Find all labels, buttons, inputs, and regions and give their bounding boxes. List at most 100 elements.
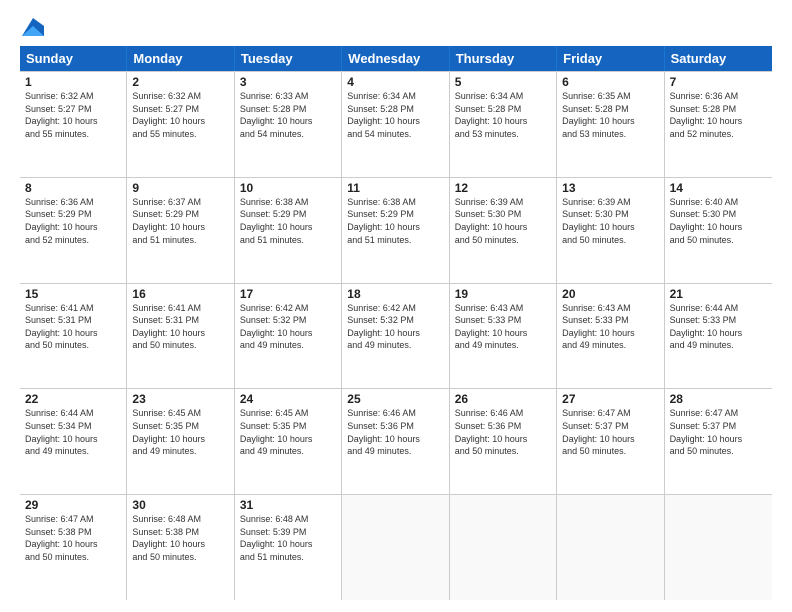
day-info: Sunrise: 6:41 AM Sunset: 5:31 PM Dayligh… [132, 302, 228, 352]
day-number: 17 [240, 287, 336, 301]
calendar-day-25: 25Sunrise: 6:46 AM Sunset: 5:36 PM Dayli… [342, 389, 449, 494]
day-info: Sunrise: 6:38 AM Sunset: 5:29 PM Dayligh… [347, 196, 443, 246]
day-info: Sunrise: 6:44 AM Sunset: 5:33 PM Dayligh… [670, 302, 767, 352]
day-number: 20 [562, 287, 658, 301]
calendar-week-4: 22Sunrise: 6:44 AM Sunset: 5:34 PM Dayli… [20, 388, 772, 494]
calendar-week-5: 29Sunrise: 6:47 AM Sunset: 5:38 PM Dayli… [20, 494, 772, 600]
day-number: 1 [25, 75, 121, 89]
day-number: 11 [347, 181, 443, 195]
calendar-day-11: 11Sunrise: 6:38 AM Sunset: 5:29 PM Dayli… [342, 178, 449, 283]
page: SundayMondayTuesdayWednesdayThursdayFrid… [0, 0, 792, 612]
calendar-day-5: 5Sunrise: 6:34 AM Sunset: 5:28 PM Daylig… [450, 72, 557, 177]
day-info: Sunrise: 6:37 AM Sunset: 5:29 PM Dayligh… [132, 196, 228, 246]
day-number: 31 [240, 498, 336, 512]
day-info: Sunrise: 6:46 AM Sunset: 5:36 PM Dayligh… [455, 407, 551, 457]
day-number: 27 [562, 392, 658, 406]
calendar-week-2: 8Sunrise: 6:36 AM Sunset: 5:29 PM Daylig… [20, 177, 772, 283]
day-number: 16 [132, 287, 228, 301]
day-info: Sunrise: 6:32 AM Sunset: 5:27 PM Dayligh… [132, 90, 228, 140]
calendar-day-24: 24Sunrise: 6:45 AM Sunset: 5:35 PM Dayli… [235, 389, 342, 494]
day-info: Sunrise: 6:42 AM Sunset: 5:32 PM Dayligh… [347, 302, 443, 352]
calendar-day-1: 1Sunrise: 6:32 AM Sunset: 5:27 PM Daylig… [20, 72, 127, 177]
day-info: Sunrise: 6:45 AM Sunset: 5:35 PM Dayligh… [240, 407, 336, 457]
calendar-day-29: 29Sunrise: 6:47 AM Sunset: 5:38 PM Dayli… [20, 495, 127, 600]
header-day-tuesday: Tuesday [235, 46, 342, 71]
calendar-body: 1Sunrise: 6:32 AM Sunset: 5:27 PM Daylig… [20, 71, 772, 600]
calendar-day-17: 17Sunrise: 6:42 AM Sunset: 5:32 PM Dayli… [235, 284, 342, 389]
calendar-day-14: 14Sunrise: 6:40 AM Sunset: 5:30 PM Dayli… [665, 178, 772, 283]
day-info: Sunrise: 6:36 AM Sunset: 5:29 PM Dayligh… [25, 196, 121, 246]
day-info: Sunrise: 6:47 AM Sunset: 5:38 PM Dayligh… [25, 513, 121, 563]
calendar: SundayMondayTuesdayWednesdayThursdayFrid… [20, 46, 772, 600]
day-number: 30 [132, 498, 228, 512]
calendar-day-20: 20Sunrise: 6:43 AM Sunset: 5:33 PM Dayli… [557, 284, 664, 389]
header-day-friday: Friday [557, 46, 664, 71]
day-number: 18 [347, 287, 443, 301]
day-number: 7 [670, 75, 767, 89]
day-info: Sunrise: 6:32 AM Sunset: 5:27 PM Dayligh… [25, 90, 121, 140]
calendar-day-12: 12Sunrise: 6:39 AM Sunset: 5:30 PM Dayli… [450, 178, 557, 283]
calendar-empty-cell [342, 495, 449, 600]
day-number: 12 [455, 181, 551, 195]
day-number: 4 [347, 75, 443, 89]
day-info: Sunrise: 6:39 AM Sunset: 5:30 PM Dayligh… [455, 196, 551, 246]
day-info: Sunrise: 6:33 AM Sunset: 5:28 PM Dayligh… [240, 90, 336, 140]
day-info: Sunrise: 6:40 AM Sunset: 5:30 PM Dayligh… [670, 196, 767, 246]
day-number: 8 [25, 181, 121, 195]
day-info: Sunrise: 6:48 AM Sunset: 5:38 PM Dayligh… [132, 513, 228, 563]
day-number: 22 [25, 392, 121, 406]
calendar-day-28: 28Sunrise: 6:47 AM Sunset: 5:37 PM Dayli… [665, 389, 772, 494]
calendar-empty-cell [557, 495, 664, 600]
day-info: Sunrise: 6:43 AM Sunset: 5:33 PM Dayligh… [455, 302, 551, 352]
calendar-empty-cell [665, 495, 772, 600]
day-number: 25 [347, 392, 443, 406]
calendar-day-23: 23Sunrise: 6:45 AM Sunset: 5:35 PM Dayli… [127, 389, 234, 494]
day-info: Sunrise: 6:44 AM Sunset: 5:34 PM Dayligh… [25, 407, 121, 457]
day-number: 2 [132, 75, 228, 89]
day-number: 13 [562, 181, 658, 195]
calendar-day-7: 7Sunrise: 6:36 AM Sunset: 5:28 PM Daylig… [665, 72, 772, 177]
day-info: Sunrise: 6:35 AM Sunset: 5:28 PM Dayligh… [562, 90, 658, 140]
day-number: 28 [670, 392, 767, 406]
day-info: Sunrise: 6:42 AM Sunset: 5:32 PM Dayligh… [240, 302, 336, 352]
calendar-day-2: 2Sunrise: 6:32 AM Sunset: 5:27 PM Daylig… [127, 72, 234, 177]
day-info: Sunrise: 6:39 AM Sunset: 5:30 PM Dayligh… [562, 196, 658, 246]
calendar-day-10: 10Sunrise: 6:38 AM Sunset: 5:29 PM Dayli… [235, 178, 342, 283]
day-info: Sunrise: 6:38 AM Sunset: 5:29 PM Dayligh… [240, 196, 336, 246]
header-day-monday: Monday [127, 46, 234, 71]
header [20, 18, 772, 36]
day-info: Sunrise: 6:41 AM Sunset: 5:31 PM Dayligh… [25, 302, 121, 352]
logo [20, 18, 44, 36]
calendar-day-18: 18Sunrise: 6:42 AM Sunset: 5:32 PM Dayli… [342, 284, 449, 389]
day-info: Sunrise: 6:34 AM Sunset: 5:28 PM Dayligh… [455, 90, 551, 140]
calendar-day-9: 9Sunrise: 6:37 AM Sunset: 5:29 PM Daylig… [127, 178, 234, 283]
calendar-header: SundayMondayTuesdayWednesdayThursdayFrid… [20, 46, 772, 71]
calendar-day-13: 13Sunrise: 6:39 AM Sunset: 5:30 PM Dayli… [557, 178, 664, 283]
calendar-day-6: 6Sunrise: 6:35 AM Sunset: 5:28 PM Daylig… [557, 72, 664, 177]
day-number: 21 [670, 287, 767, 301]
day-info: Sunrise: 6:47 AM Sunset: 5:37 PM Dayligh… [562, 407, 658, 457]
calendar-day-4: 4Sunrise: 6:34 AM Sunset: 5:28 PM Daylig… [342, 72, 449, 177]
day-number: 24 [240, 392, 336, 406]
header-day-saturday: Saturday [665, 46, 772, 71]
calendar-day-31: 31Sunrise: 6:48 AM Sunset: 5:39 PM Dayli… [235, 495, 342, 600]
day-number: 9 [132, 181, 228, 195]
calendar-day-21: 21Sunrise: 6:44 AM Sunset: 5:33 PM Dayli… [665, 284, 772, 389]
day-info: Sunrise: 6:36 AM Sunset: 5:28 PM Dayligh… [670, 90, 767, 140]
day-info: Sunrise: 6:46 AM Sunset: 5:36 PM Dayligh… [347, 407, 443, 457]
day-number: 23 [132, 392, 228, 406]
day-info: Sunrise: 6:34 AM Sunset: 5:28 PM Dayligh… [347, 90, 443, 140]
day-number: 3 [240, 75, 336, 89]
day-number: 5 [455, 75, 551, 89]
calendar-day-30: 30Sunrise: 6:48 AM Sunset: 5:38 PM Dayli… [127, 495, 234, 600]
calendar-day-22: 22Sunrise: 6:44 AM Sunset: 5:34 PM Dayli… [20, 389, 127, 494]
calendar-week-1: 1Sunrise: 6:32 AM Sunset: 5:27 PM Daylig… [20, 71, 772, 177]
day-number: 6 [562, 75, 658, 89]
logo-icon [22, 18, 44, 36]
calendar-day-19: 19Sunrise: 6:43 AM Sunset: 5:33 PM Dayli… [450, 284, 557, 389]
day-number: 29 [25, 498, 121, 512]
day-info: Sunrise: 6:48 AM Sunset: 5:39 PM Dayligh… [240, 513, 336, 563]
day-info: Sunrise: 6:45 AM Sunset: 5:35 PM Dayligh… [132, 407, 228, 457]
day-info: Sunrise: 6:47 AM Sunset: 5:37 PM Dayligh… [670, 407, 767, 457]
calendar-day-15: 15Sunrise: 6:41 AM Sunset: 5:31 PM Dayli… [20, 284, 127, 389]
